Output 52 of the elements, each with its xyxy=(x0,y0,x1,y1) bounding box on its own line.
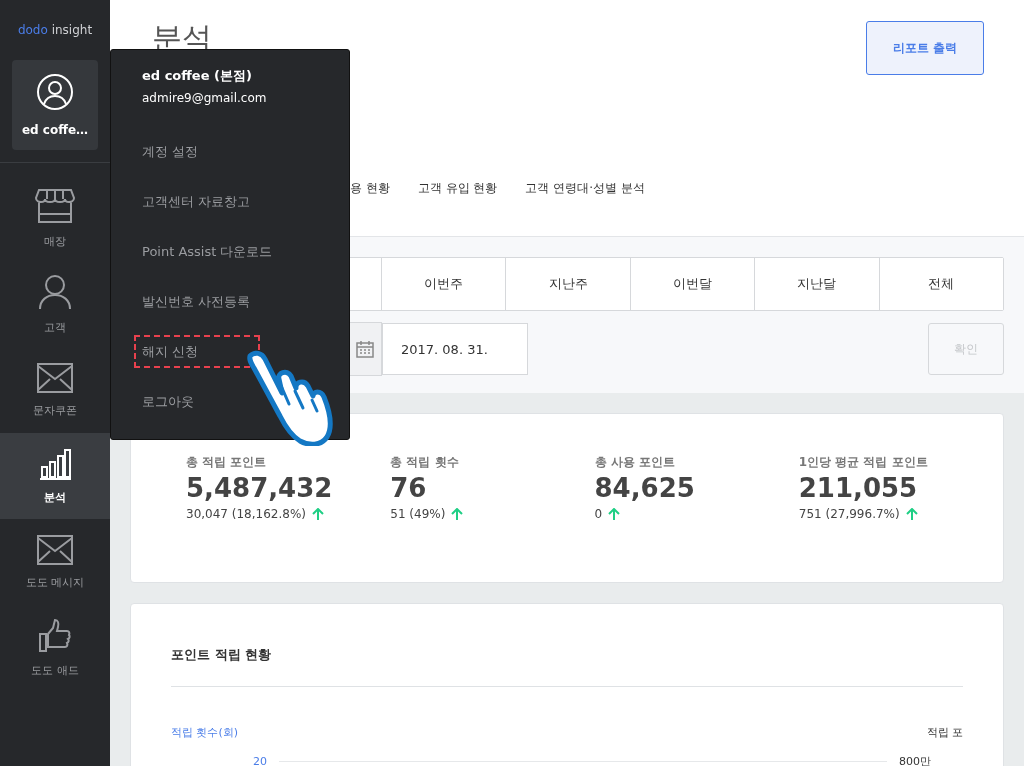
stat-value: 211,055 xyxy=(798,473,918,503)
tab[interactable]: 용 현황 xyxy=(350,180,390,197)
menu-item[interactable]: 계정 설정 xyxy=(134,135,207,168)
sidebar-item[interactable]: 분석 xyxy=(0,433,110,519)
stat-label: 총 적립 횟수 xyxy=(390,454,459,471)
up-arrow-icon xyxy=(905,507,918,521)
up-arrow-icon xyxy=(608,507,621,521)
menu-item[interactable]: 발신번호 사전등록 xyxy=(134,285,259,318)
axis-tick: 800만 xyxy=(899,754,932,766)
stat-label: 총 적립 포인트 xyxy=(186,454,267,471)
menu-item[interactable]: Point Assist 다운로드 xyxy=(134,235,281,268)
person-icon xyxy=(38,273,72,310)
tab[interactable]: 고객 유입 현황 xyxy=(417,180,498,197)
period-button[interactable]: 전체 xyxy=(878,258,1004,310)
sidebar-item[interactable]: 문자쿠폰 xyxy=(0,347,110,433)
profile-name: ed coffe… xyxy=(21,123,89,137)
axis-tick: 20 xyxy=(252,755,267,766)
chart-title: 포인트 적립 현황 xyxy=(171,646,273,664)
thumbs-up-icon xyxy=(38,618,72,653)
account-name: ed coffee (본점) xyxy=(142,67,252,85)
stat-change: 30,047 (18,162.8%) xyxy=(186,507,306,521)
stat-label: 총 사용 포인트 xyxy=(594,454,675,471)
account-email: admire9@gmail.com xyxy=(142,91,267,105)
sidebar-item[interactable]: 매장 xyxy=(0,175,110,261)
menu-item[interactable]: 로그아웃 xyxy=(134,385,202,418)
tab[interactable]: 고객 연령대·성별 분석 xyxy=(525,180,645,197)
bar-chart-icon xyxy=(39,447,71,480)
sidebar-item[interactable]: 도도 메시지 xyxy=(0,519,110,605)
brand-logo: dodo insight xyxy=(17,23,93,37)
calendar-button[interactable] xyxy=(348,322,382,376)
menu-item[interactable]: 고객센터 자료창고 xyxy=(134,185,259,218)
stat-label: 1인당 평균 적립 포인트 xyxy=(798,454,928,471)
store-icon xyxy=(35,187,75,224)
stat-change: 0 xyxy=(594,507,603,521)
stat-value: 84,625 xyxy=(594,473,695,503)
envelope-icon xyxy=(37,362,73,393)
date-field[interactable]: 2017. 08. 31. xyxy=(382,323,528,375)
sidebar-item[interactable]: 도도 애드 xyxy=(0,605,110,691)
axis-label: 적립 횟수(회) xyxy=(171,725,239,740)
envelope-icon xyxy=(37,534,73,565)
sidebar-item[interactable]: 고객 xyxy=(0,261,110,347)
profile-card[interactable]: ed coffe… xyxy=(12,60,98,150)
stat-value: 5,487,432 xyxy=(186,473,333,503)
calendar-icon xyxy=(356,340,374,358)
axis-label: 적립 포 xyxy=(926,725,963,740)
report-button[interactable]: 리포트 출력 xyxy=(866,21,984,75)
stat-value: 76 xyxy=(390,473,427,503)
up-arrow-icon xyxy=(451,507,464,521)
user-icon xyxy=(36,73,74,111)
up-arrow-icon xyxy=(312,507,324,521)
stat-change: 751 (27,996.7%) xyxy=(798,507,900,521)
stat-change: 51 (49%) xyxy=(390,507,446,521)
